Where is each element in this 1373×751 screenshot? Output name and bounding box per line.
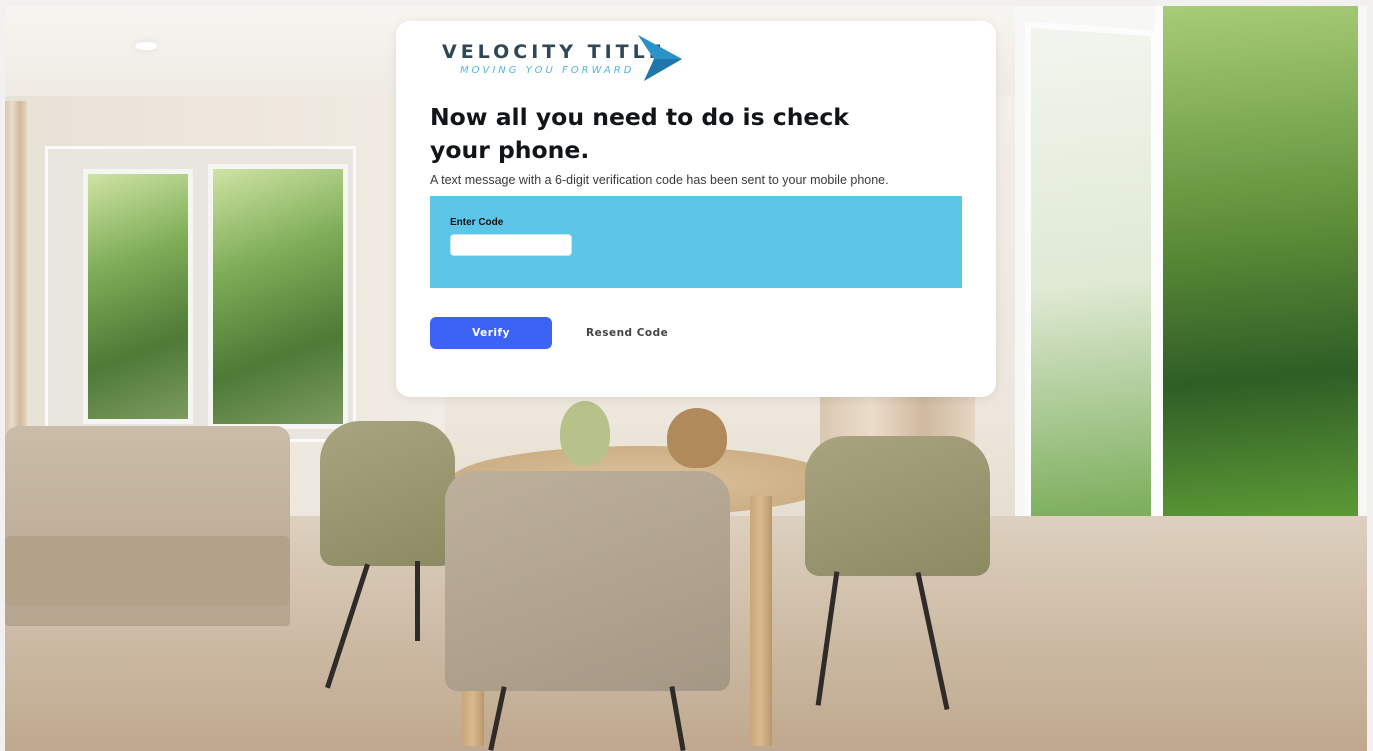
resend-code-button[interactable]: Resend Code — [574, 317, 674, 349]
code-label: Enter Code — [450, 217, 504, 228]
brand-logo: VELOCITY TITLE MOVING YOU FORWARD — [442, 35, 692, 85]
vase — [560, 401, 610, 466]
chair — [320, 421, 455, 566]
brand-name: VELOCITY TITLE — [442, 41, 666, 63]
verify-button[interactable]: Verify — [430, 317, 552, 349]
code-entry-panel: Enter Code — [430, 196, 962, 288]
chair-leg — [415, 561, 420, 641]
vase — [667, 408, 727, 468]
instruction-text: A text message with a 6-digit verificati… — [430, 173, 889, 187]
page-title: Now all you need to do is check your pho… — [430, 103, 849, 164]
window-pane — [83, 169, 193, 424]
chair — [805, 436, 990, 576]
left-window — [45, 146, 356, 442]
verification-code-input[interactable] — [450, 234, 572, 256]
ceiling-light — [135, 42, 157, 50]
chair — [445, 471, 730, 691]
sofa-seat — [5, 536, 290, 606]
page-background: VELOCITY TITLE MOVING YOU FORWARD Now al… — [0, 0, 1373, 751]
brand-tagline: MOVING YOU FORWARD — [460, 65, 635, 76]
sofa — [5, 426, 290, 626]
window-pane — [208, 164, 348, 429]
table-leg — [750, 496, 772, 746]
verification-card: VELOCITY TITLE MOVING YOU FORWARD Now al… — [396, 21, 996, 397]
blue-arrow-icon — [638, 35, 682, 81]
